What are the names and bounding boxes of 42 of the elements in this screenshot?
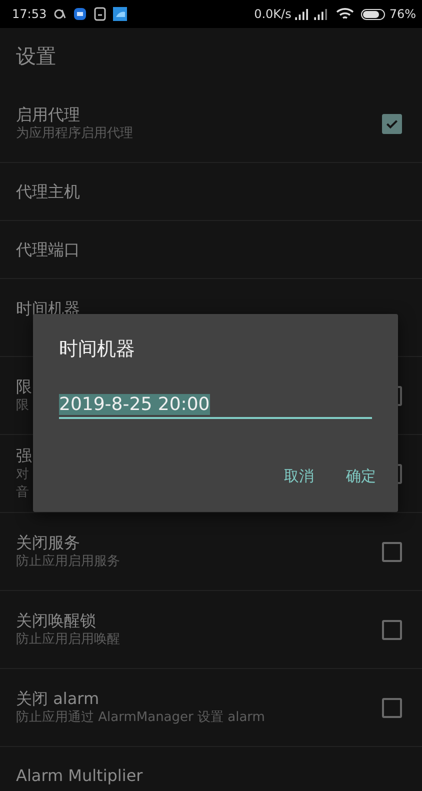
setting-title: Alarm Multiplier xyxy=(16,765,143,786)
checkbox[interactable] xyxy=(382,698,402,718)
setting-row[interactable]: 启用代理 为应用程序启用代理 xyxy=(0,85,422,163)
setting-title: 代理主机 xyxy=(16,181,80,202)
document-icon xyxy=(92,7,107,21)
battery-icon xyxy=(361,8,386,20)
setting-row[interactable]: Alarm Multiplier xyxy=(0,747,422,791)
screen-title: 设置 xyxy=(16,43,56,70)
setting-description: 防止应用启用唤醒 xyxy=(16,631,120,649)
setting-description: 防止应用启用服务 xyxy=(16,553,120,571)
setting-row[interactable]: 代理端口 xyxy=(0,221,422,279)
checkbox[interactable] xyxy=(382,620,402,640)
confirm-button[interactable]: 确定 xyxy=(334,459,388,494)
signal-icon xyxy=(295,8,310,20)
battery-percent: 76% xyxy=(389,7,416,21)
signal-icon xyxy=(314,8,330,20)
setting-title: 代理端口 xyxy=(16,239,80,260)
setting-title: 关闭唤醒锁 xyxy=(16,610,97,631)
setting-title: 启用代理 xyxy=(16,104,81,125)
setting-row[interactable]: 代理主机 xyxy=(0,163,422,221)
setting-description: 对 xyxy=(16,466,30,484)
setting-description: 为应用程序启用代理 xyxy=(16,125,133,143)
setting-title: 强 xyxy=(16,445,32,466)
setting-row[interactable]: 关闭服务 防止应用启用服务 xyxy=(0,513,422,591)
date-time-field[interactable]: 2019-8-25 20:00 xyxy=(59,394,372,419)
app-icon xyxy=(72,7,87,21)
setting-description: 防止应用通过 AlarmManager 设置 alarm xyxy=(16,709,265,727)
setting-row[interactable]: 关闭唤醒锁 防止应用启用唤醒 xyxy=(0,591,422,669)
cancel-button[interactable]: 取消 xyxy=(272,459,326,494)
setting-description: 音 xyxy=(16,484,30,502)
network-speed: 0.0K/s xyxy=(254,7,292,21)
status-time: 17:53 xyxy=(12,7,47,21)
app-icon xyxy=(112,7,127,21)
wifi-icon xyxy=(336,7,354,21)
checkbox[interactable] xyxy=(382,542,402,562)
setting-title: 关闭服务 xyxy=(16,532,81,553)
checkbox[interactable] xyxy=(382,114,402,134)
setting-row[interactable]: 关闭 alarm 防止应用通过 AlarmManager 设置 alarm xyxy=(0,669,422,747)
setting-title: 限 xyxy=(16,376,32,397)
setting-title: 关闭 alarm xyxy=(16,688,100,709)
setting-description: 限 xyxy=(16,397,30,415)
dialog-title: 时间机器 xyxy=(59,337,136,362)
